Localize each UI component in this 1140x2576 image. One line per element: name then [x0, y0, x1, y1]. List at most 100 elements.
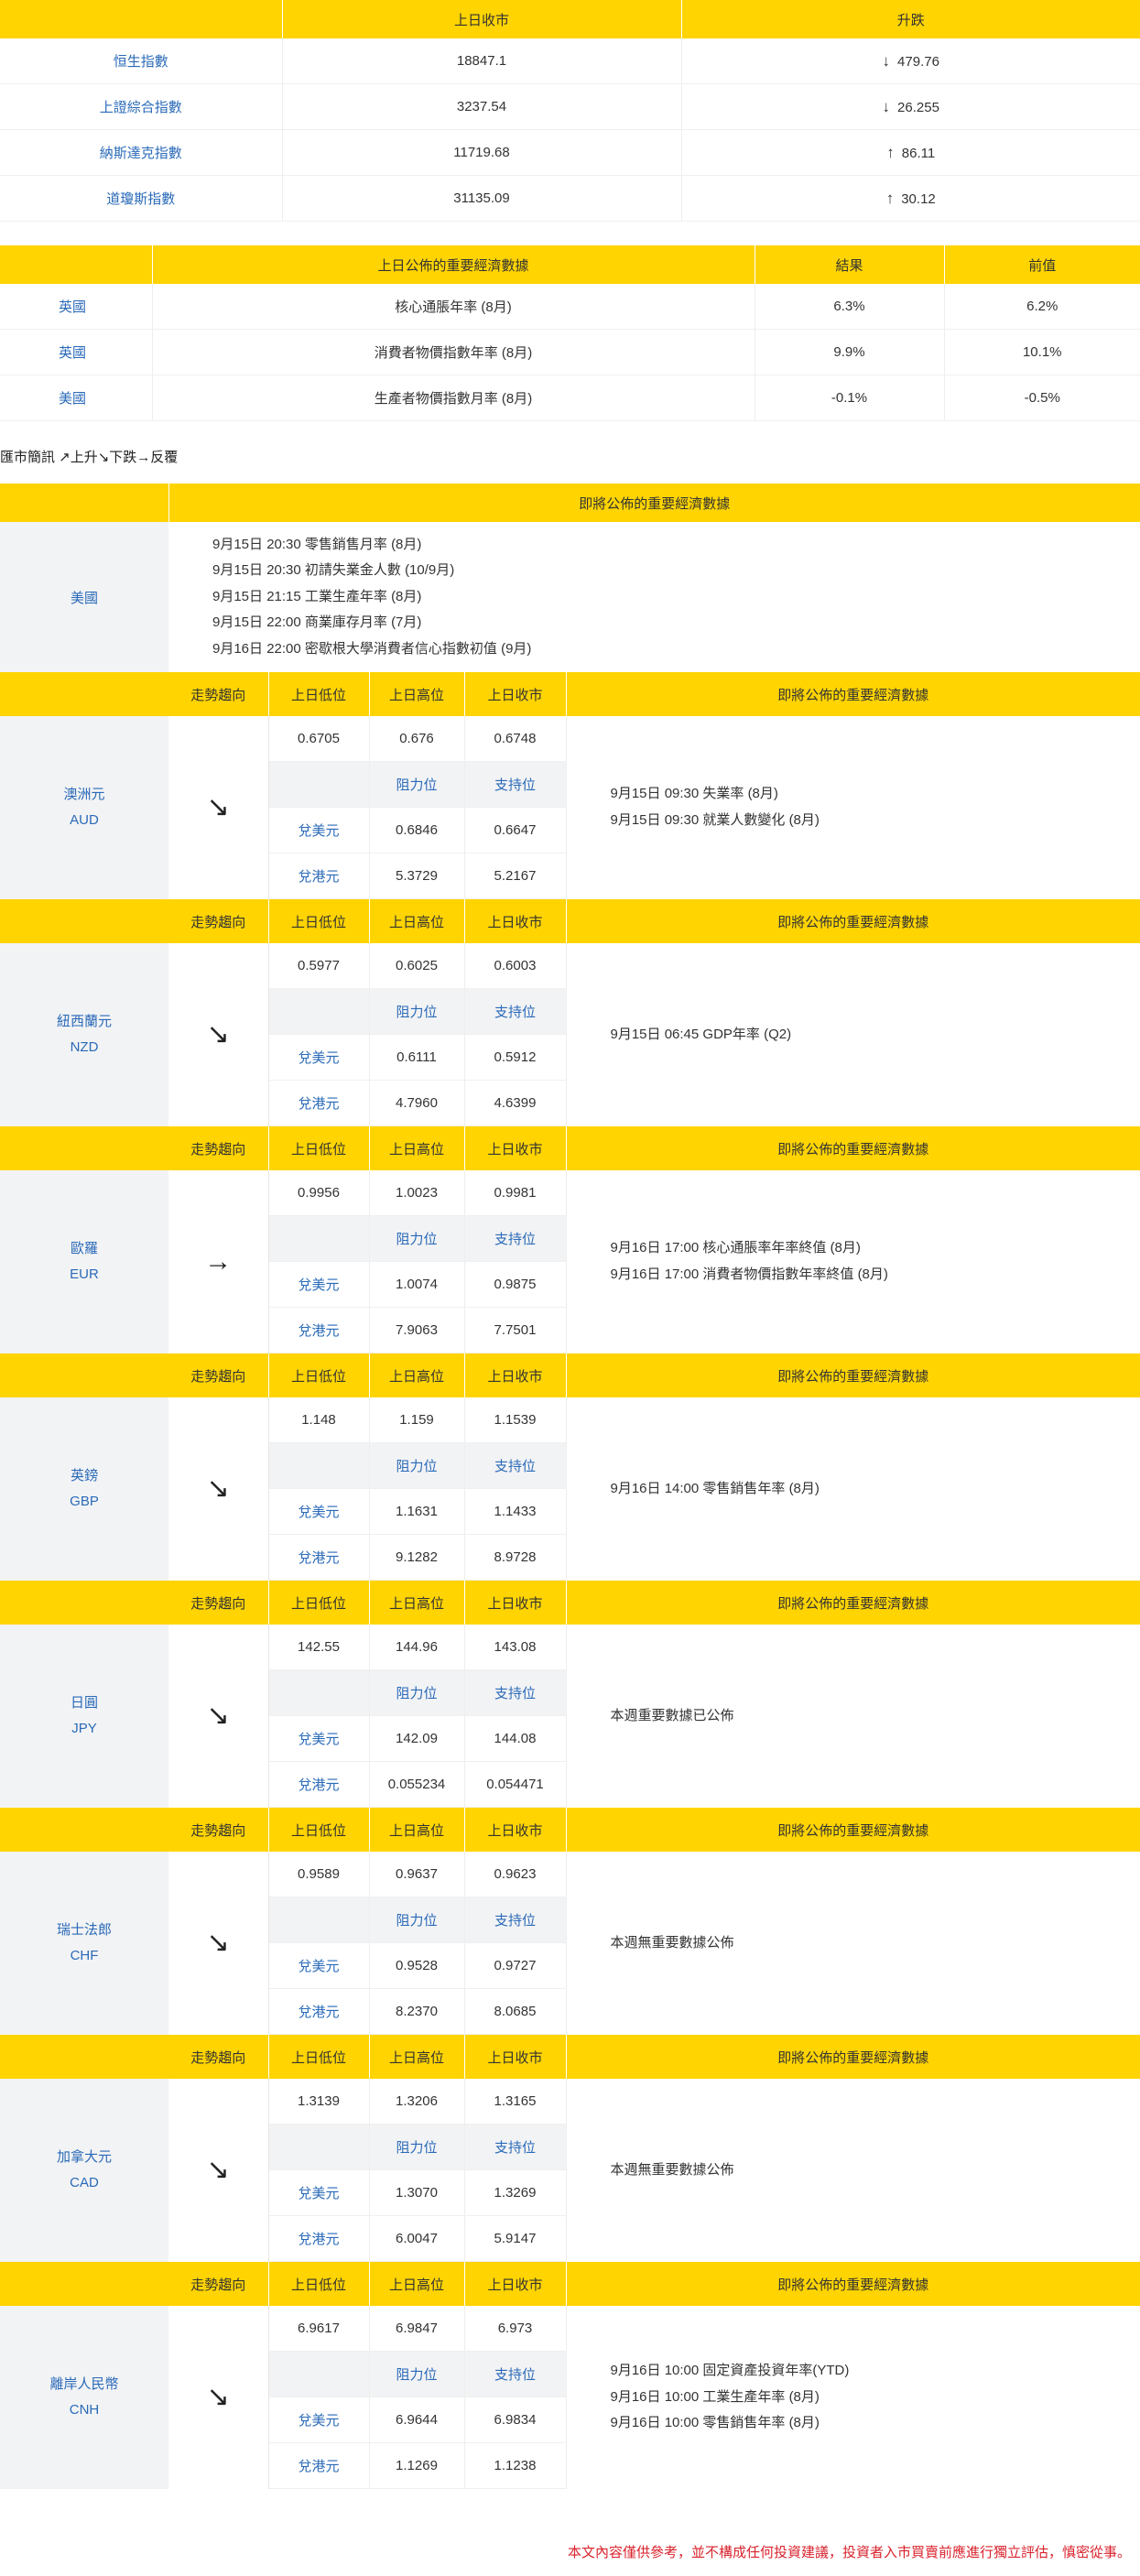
header-events: 即將公佈的重要經濟數據 [565, 899, 1140, 943]
label-blank [268, 761, 370, 808]
event-item: 9月15日 06:45 GDP年率 (Q2) [610, 1026, 792, 1042]
usd-support: 0.6647 [464, 807, 567, 853]
hkd-support: 8.9728 [464, 1534, 567, 1581]
currency-name-cell[interactable]: 英鎊 GBP [0, 1397, 168, 1581]
index-name[interactable]: 上證綜合指數 [0, 83, 282, 130]
hkd-support: 5.2167 [464, 853, 567, 899]
trend-down-icon: ↘ [168, 1397, 269, 1581]
header-close: 上日收市 [463, 1581, 566, 1625]
prev-close: 6.973 [464, 2306, 567, 2352]
label-resistance: 阻力位 [369, 2124, 465, 2170]
currency-name-cell[interactable]: 歐羅 EUR [0, 1170, 168, 1353]
currency-header: 走勢趨向 上日低位 上日高位 上日收市 即將公佈的重要經濟數據 [0, 2035, 1140, 2079]
header-low: 上日低位 [267, 2262, 369, 2306]
currency-block-nzd: 走勢趨向 上日低位 上日高位 上日收市 即將公佈的重要經濟數據 紐西蘭元 NZD ↘ 0.597… [0, 899, 1140, 1126]
header-upcoming: 即將公佈的重要經濟數據 [168, 484, 1140, 522]
upcoming-us-row: 美國 9月15日 20:30 零售銷售月率 (8月) 9月15日 20:30 初… [0, 522, 1140, 672]
header-blank [0, 1581, 168, 1625]
event-item: 9月16日 10:00 工業生產年率 (8月) [610, 2388, 820, 2405]
index-change-cell: ↓ 26.255 [680, 83, 1140, 130]
header-high: 上日高位 [368, 2262, 464, 2306]
hkd-resistance: 7.9063 [369, 1307, 465, 1353]
usd-resistance: 0.6846 [369, 807, 465, 853]
econ-country[interactable]: 英國 [0, 284, 152, 330]
currency-name-cell[interactable]: 紐西蘭元 NZD [0, 943, 168, 1126]
arrow-up-icon: ↑ [885, 189, 895, 207]
event-item: 本週無重要數據公佈 [610, 1934, 734, 1951]
index-change-cell: ↑ 30.12 [680, 175, 1140, 222]
label-support: 支持位 [464, 1442, 567, 1489]
currency-block-eur: 走勢趨向 上日低位 上日高位 上日收市 即將公佈的重要經濟數據 歐羅 EUR → 0.9956 1… [0, 1126, 1140, 1353]
disclaimer: 本文內容僅供參考，並不構成任何投資建議，投資者入市買賣前應進行獨立評估，慎密從事… [567, 2545, 1131, 2560]
event-item: 9月15日 22:00 商業庫存月率 (7月) [212, 614, 422, 631]
currency-name[interactable]: 澳洲元 [0, 782, 168, 808]
econ-country[interactable]: 英國 [0, 329, 152, 375]
econ-prev: -0.5% [943, 375, 1140, 421]
header-blank [0, 245, 152, 284]
currency-name[interactable]: 日圓 [0, 1690, 168, 1716]
header-trend: 走勢趨向 [168, 1126, 268, 1170]
currency-name[interactable]: 離岸人民幣 [0, 2372, 168, 2397]
currency-row-range: 紐西蘭元 NZD ↘ 0.5977 0.6025 0.6003 9月15日 06:45 GD… [0, 943, 1140, 1126]
econ-prev: 6.2% [943, 284, 1140, 330]
currency-code[interactable]: CAD [0, 2170, 168, 2196]
currency-name[interactable]: 瑞士法郎 [0, 1918, 168, 1943]
label-resistance: 阻力位 [369, 1215, 465, 1262]
label-vs-hkd: 兌港元 [268, 1307, 370, 1353]
currency-code[interactable]: EUR [0, 1262, 168, 1288]
hkd-resistance: 9.1282 [369, 1534, 465, 1581]
econ-result: 9.9% [754, 329, 944, 375]
econ-country[interactable]: 美國 [0, 375, 152, 421]
currency-events: 9月15日 09:30 失業率 (8月) 9月15日 09:30 就業人數變化 (… [566, 716, 1140, 899]
index-change: 26.255 [897, 99, 939, 115]
currency-name-cell[interactable]: 日圓 JPY [0, 1625, 168, 1808]
label-resistance: 阻力位 [369, 1669, 465, 1716]
prev-high: 0.6025 [369, 943, 465, 989]
currency-events: 本週重要數據已公佈 [566, 1625, 1140, 1808]
currency-name[interactable]: 歐羅 [0, 1236, 168, 1262]
currency-header: 走勢趨向 上日低位 上日高位 上日收市 即將公佈的重要經濟數據 [0, 1353, 1140, 1397]
usd-support: 0.5912 [464, 1034, 567, 1081]
currency-code[interactable]: AUD [0, 808, 168, 833]
currency-code[interactable]: JPY [0, 1716, 168, 1742]
hkd-support: 1.1238 [464, 2442, 567, 2489]
prev-low: 0.9589 [268, 1852, 370, 1897]
index-change: 479.76 [897, 53, 939, 70]
currency-name-cell[interactable]: 澳洲元 AUD [0, 716, 168, 899]
currency-name[interactable]: 紐西蘭元 [0, 1009, 168, 1035]
currency-name[interactable]: 加拿大元 [0, 2145, 168, 2170]
header-trend: 走勢趨向 [168, 1808, 268, 1852]
currency-name-cell[interactable]: 瑞士法郎 CHF [0, 1852, 168, 2035]
index-name[interactable]: 道瓊斯指數 [0, 175, 282, 222]
label-vs-usd: 兌美元 [268, 1261, 370, 1308]
currency-name-cell[interactable]: 離岸人民幣 CNH [0, 2306, 168, 2489]
index-table-header: 上日收市 升跌 [0, 0, 1140, 38]
header-trend: 走勢趨向 [168, 899, 268, 943]
header-blank [0, 1808, 168, 1852]
index-name[interactable]: 恒生指數 [0, 38, 282, 84]
hkd-resistance: 8.2370 [369, 1988, 465, 2035]
label-resistance: 阻力位 [369, 2351, 465, 2397]
label-vs-hkd: 兌港元 [268, 853, 370, 899]
index-close: 11719.68 [281, 129, 681, 176]
currency-name[interactable]: 英鎊 [0, 1463, 168, 1489]
currency-name-cell[interactable]: 加拿大元 CAD [0, 2079, 168, 2262]
country-label[interactable]: 美國 [0, 522, 168, 672]
currency-header: 走勢趨向 上日低位 上日高位 上日收市 即將公佈的重要經濟數據 [0, 1581, 1140, 1625]
currency-code[interactable]: CNH [0, 2397, 168, 2423]
currency-code[interactable]: GBP [0, 1489, 168, 1515]
header-events: 即將公佈的重要經濟數據 [565, 1581, 1140, 1625]
currency-row-range: 歐羅 EUR → 0.9956 1.0023 0.9981 9月16日 17:00 核心通脹… [0, 1170, 1140, 1353]
header-close: 上日收市 [463, 2262, 566, 2306]
currency-row-range: 澳洲元 AUD ↘ 0.6705 0.676 0.6748 9月15日 09:30 失業率 … [0, 716, 1140, 899]
prev-high: 144.96 [369, 1625, 465, 1670]
label-vs-hkd: 兌港元 [268, 1534, 370, 1581]
index-name[interactable]: 納斯達克指數 [0, 129, 282, 176]
label-vs-usd: 兌美元 [268, 1715, 370, 1762]
label-vs-usd: 兌美元 [268, 1488, 370, 1535]
currency-code[interactable]: NZD [0, 1035, 168, 1060]
hkd-resistance: 1.1269 [369, 2442, 465, 2489]
currency-code[interactable]: CHF [0, 1943, 168, 1969]
header-blank [0, 484, 168, 522]
hkd-resistance: 0.055234 [369, 1761, 465, 1808]
